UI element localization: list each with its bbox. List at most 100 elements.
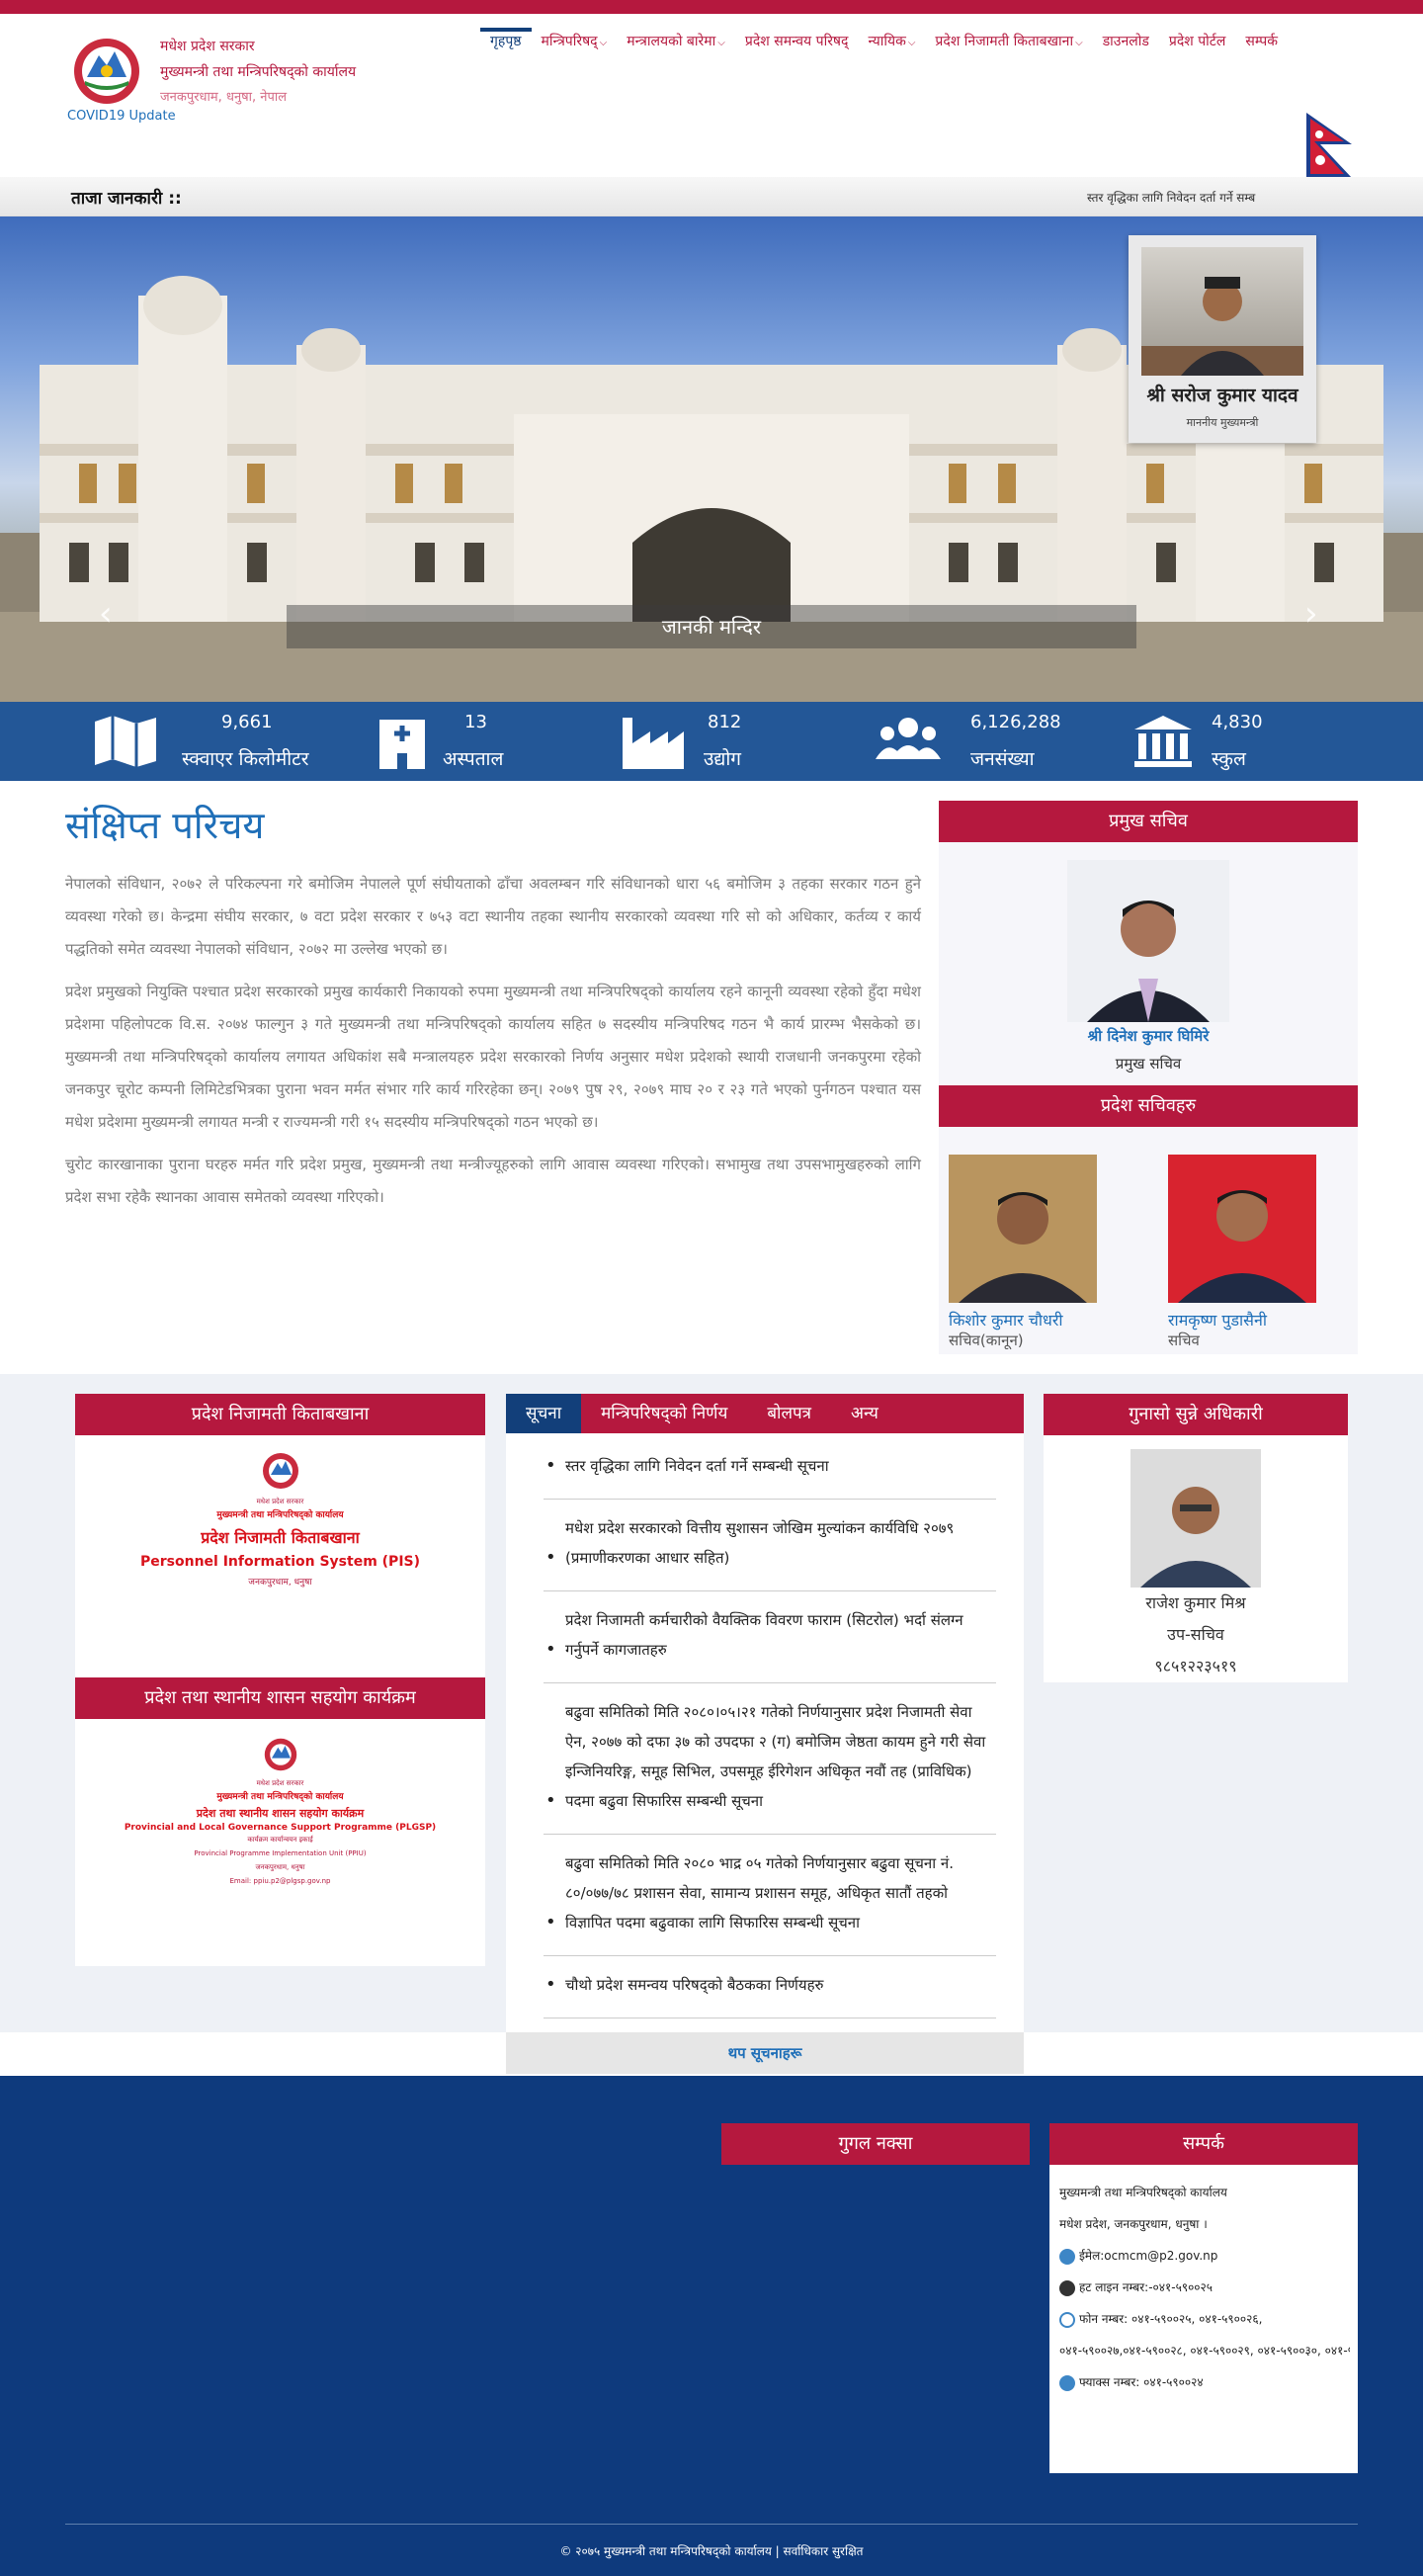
contact-phone: फोन नम्बर: ०४१-५९००२५, ०४१-५९००२६, (1079, 2312, 1263, 2326)
nav-download[interactable]: डाउनलोड (1093, 32, 1159, 50)
google-map-heading: गुगल नक्सा (721, 2123, 1030, 2165)
slide-caption: जानकी मन्दिर (287, 605, 1136, 648)
fax-icon (1059, 2374, 1075, 2391)
notice-title[interactable]: बढुवा समितिको मिति २०८० भाद्र ०५ गतेको न… (544, 1848, 996, 1937)
notice-item[interactable]: • बढुवा समितिको मिति २०८०।०५।२१ गतेको निर… (544, 1697, 996, 1835)
secretary-card[interactable]: किशोर कुमार चौधरी सचिव(कानून) (949, 1155, 1097, 1350)
grievance-officer-photo (1130, 1449, 1261, 1588)
bullet-icon: • (545, 1639, 556, 1660)
chief-minister-card[interactable]: श्री सरोज कुमार यादव माननीय मुख्यमन्त्री (1129, 235, 1316, 443)
nav-civil-records[interactable]: प्रदेश निजामती किताबखाना ⌵ (925, 32, 1092, 50)
secretary-role: सचिव (1168, 1331, 1200, 1349)
nav-coordination-council[interactable]: प्रदेश समन्वय परिषद् (735, 32, 859, 50)
tab-notices[interactable]: सूचना (506, 1394, 582, 1433)
nav-cabinet[interactable]: मन्त्रिपरिषद् ⌵ (532, 32, 618, 50)
slider-next-icon[interactable]: › (1304, 594, 1318, 634)
government-emblem-logo[interactable] (67, 36, 146, 107)
stat-area: 9,661 स्क्वाएर किलोमीटर (93, 702, 330, 781)
contact-fax: फ्याक्स नम्बर: ०४१-५९००२४ (1079, 2375, 1204, 2389)
news-ticker: ताजा जानकारी :: स्तर वृद्धिका लागि निवेद… (0, 177, 1423, 216)
ticker-label: ताजा जानकारी :: (71, 189, 182, 209)
chevron-down-icon: ⌵ (599, 38, 608, 48)
contact-fax-row: फ्याक्स नम्बर: ०४१-५९००२४ (1059, 2366, 1350, 2398)
slider-prev-icon[interactable]: ‹ (99, 594, 113, 634)
contact-email-row[interactable]: ईमेल:ocmcm@p2.gov.np (1059, 2240, 1350, 2272)
nav-download-label: डाउनलोड (1102, 34, 1149, 49)
pis-line-3: प्रदेश निजामती किताबखाना (201, 1528, 360, 1547)
nav-home[interactable]: गृहपृष्ठ (480, 28, 532, 50)
school-icon (1134, 716, 1192, 767)
stat-population: 6,126,288 जनसंख्या (876, 702, 1113, 781)
nav-judicial[interactable]: न्यायिक ⌵ (858, 32, 925, 50)
plgsp-widget[interactable]: प्रदेश तथा स्थानीय शासन सहयोग कार्यक्रम … (75, 1677, 485, 1966)
secretary-name[interactable]: किशोर कुमार चौधरी (949, 1309, 1097, 1331)
tab-cabinet-decisions[interactable]: मन्त्रिपरिषद्को निर्णय (581, 1394, 747, 1433)
notice-title[interactable]: बढुवा समितिको मिति २०८०।०५।२१ गतेको निर्… (544, 1697, 996, 1816)
bullet-icon: • (545, 1912, 556, 1932)
ticker-text[interactable]: स्तर वृद्धिका लागि निवेदन दर्ता गर्ने सम… (1087, 189, 1275, 206)
plgsp-banner[interactable]: मधेश प्रदेश सरकार मुख्यमन्त्री तथा मन्त्… (75, 1719, 485, 1966)
stat-population-value: 6,126,288 (970, 712, 1061, 732)
tab-tenders[interactable]: बोलपत्र (747, 1394, 831, 1433)
chevron-down-icon: ⌵ (717, 38, 725, 48)
pis-heading: प्रदेश निजामती किताबखाना (75, 1394, 485, 1435)
contact-address: मधेश प्रदेश, जनकपुरधाम, धनुषा । (1059, 2217, 1208, 2231)
plgsp-line-2: मुख्यमन्त्री तथा मन्त्रिपरिषद्को कार्याल… (216, 1792, 344, 1802)
pis-line-2: मुख्यमन्त्री तथा मन्त्रिपरिषद्को कार्याल… (216, 1510, 344, 1520)
notice-item[interactable]: • बढुवा समितिको मिति २०८० भाद्र ०५ गतेको … (544, 1848, 996, 1956)
population-icon (876, 718, 941, 759)
plgsp-line-3: प्रदेश तथा स्थानीय शासन सहयोग कार्यक्रम (196, 1807, 365, 1820)
contact-heading: सम्पर्क (1049, 2123, 1358, 2165)
chief-secretary-photo[interactable] (1067, 860, 1229, 1022)
nav-contact[interactable]: सम्पर्क (1235, 32, 1288, 50)
hospital-icon (379, 720, 425, 769)
nav-cabinet-label: मन्त्रिपरिषद् (541, 34, 598, 49)
notice-item[interactable]: • चौथो प्रदेश समन्वय परिषद्को बैठकका निर्… (544, 1970, 996, 2018)
secretary-name[interactable]: रामकृष्ण पुडासैनी (1168, 1309, 1316, 1331)
chief-secretary-name[interactable]: श्री दिनेश कुमार घिमिरे (939, 1026, 1358, 1046)
tab-others[interactable]: अन्य (831, 1394, 898, 1433)
nav-judicial-label: न्यायिक (868, 34, 906, 49)
copyright-text: © २०७५ मुख्यमन्त्री तथा मन्त्रिपरिषद्को … (559, 2544, 864, 2558)
emblem-icon (264, 1738, 296, 1771)
notice-title[interactable]: प्रदेश निजामती कर्मचारीको वैयक्तिक विवरण… (544, 1605, 996, 1665)
stat-hospital-value: 13 (464, 712, 487, 732)
plgsp-line-8: Email: ppiu.p2@plgsp.gov.np (229, 1877, 331, 1885)
main-navigation: गृहपृष्ठ मन्त्रिपरिषद् ⌵ मन्त्रालयको बारे… (480, 28, 1288, 50)
factory-icon (623, 718, 684, 769)
footer-divider (65, 2524, 1358, 2525)
notice-item[interactable]: • मधेश प्रदेश सरकारको वित्तीय सुशासन जोखि… (544, 1513, 996, 1591)
notice-title[interactable]: स्तर वृद्धिका लागि निवेदन दर्ता गर्ने सम… (544, 1451, 996, 1481)
stat-hospital-label: अस्पताल (443, 748, 504, 770)
nav-contact-label: सम्पर्क (1245, 34, 1278, 49)
pis-banner[interactable]: मधेश प्रदेश सरकार मुख्यमन्त्री तथा मन्त्… (75, 1435, 485, 1677)
pis-line-5: जनकपुरधाम, धनुषा (248, 1578, 312, 1588)
covid-update-link[interactable]: COVID19 Update (67, 109, 176, 124)
contact-hotline: हट लाइन नम्बर:-०४१-५९००२५ (1079, 2280, 1214, 2294)
more-notices-button[interactable]: थप सूचनाहरू (506, 2032, 1024, 2074)
statistics-bar: 9,661 स्क्वाएर किलोमीटर 13 अस्पताल 812 उ… (0, 702, 1423, 781)
pis-widget[interactable]: प्रदेश निजामती किताबखाना मधेश प्रदेश सरक… (75, 1394, 485, 1677)
plgsp-line-6: Provincial Programme Implementation Unit… (194, 1849, 367, 1857)
intro-paragraph-1: नेपालको संविधान, २०७२ ले परिकल्पना गरे ब… (65, 875, 921, 958)
contact-phone-row: फोन नम्बर: ०४१-५९००२५, ०४१-५९००२६, (1059, 2303, 1350, 2335)
contact-email[interactable]: ईमेल:ocmcm@p2.gov.np (1079, 2249, 1217, 2263)
stat-hospital: 13 अस्पताल (370, 702, 567, 781)
chevron-down-icon: ⌵ (1075, 38, 1083, 48)
notice-item[interactable]: • स्तर वृद्धिका लागि निवेदन दर्ता गर्ने स… (544, 1451, 996, 1500)
stat-area-label: स्क्वाएर किलोमीटर (182, 748, 309, 770)
secretaries-heading: प्रदेश सचिवहरु (939, 1085, 1358, 1127)
notice-title[interactable]: चौथो प्रदेश समन्वय परिषद्को बैठकका निर्ण… (544, 1970, 996, 2000)
phone-icon (1059, 2311, 1075, 2328)
chief-secretary-heading: प्रमुख सचिव (939, 801, 1358, 842)
stat-school-value: 4,830 (1212, 712, 1263, 732)
secretary-card[interactable]: रामकृष्ण पुडासैनी सचिव (1168, 1155, 1316, 1350)
notice-item[interactable]: • प्रदेश निजामती कर्मचारीको वैयक्तिक विवर… (544, 1605, 996, 1683)
nav-portal[interactable]: प्रदेश पोर्टल (1159, 32, 1236, 50)
emblem-icon (262, 1453, 298, 1489)
notice-title[interactable]: मधेश प्रदेश सरकारको वित्तीय सुशासन जोखिम… (544, 1513, 996, 1573)
bullet-icon: • (545, 1974, 556, 1995)
nav-about-ministry[interactable]: मन्त्रालयको बारेमा ⌵ (617, 32, 735, 50)
intro-paragraph-3: चुरोट कारखानाका पुराना घरहरु मर्मत गरि प… (65, 1156, 921, 1206)
intro-paragraph-2: प्रदेश प्रमुखको नियुक्ति पश्चात प्रदेश स… (65, 983, 921, 1131)
